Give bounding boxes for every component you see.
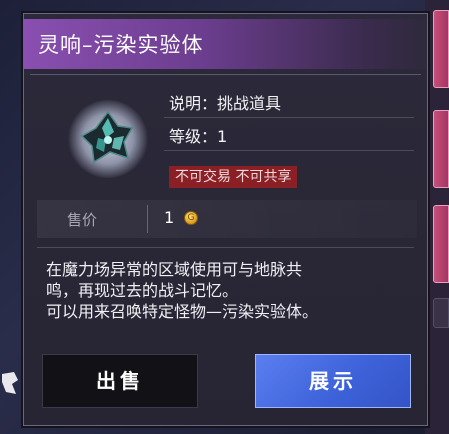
divider	[164, 150, 414, 151]
side-card[interactable]	[433, 110, 449, 188]
divider	[37, 247, 414, 248]
divider	[147, 205, 148, 233]
background-side-panel	[425, 0, 449, 434]
description-line: 可以用来召唤特定怪物—污染实验体。	[46, 302, 319, 321]
background-figure-icon	[0, 368, 20, 398]
price-value: 1	[164, 208, 175, 227]
item-icon-frame	[68, 100, 148, 178]
item-detail-panel: 灵响–污染实验体 说明：挑战道具 等级：1 不可交易 不可共享 售价 1 G 在…	[23, 13, 428, 426]
divider	[30, 74, 421, 75]
divider	[164, 117, 414, 118]
trade-restriction-badge: 不可交易 不可共享	[169, 166, 298, 188]
side-card[interactable]	[433, 205, 449, 283]
description-line: 鸣，再现过去的战斗记忆。	[46, 281, 239, 300]
side-card[interactable]	[433, 298, 449, 328]
cursed-crystal-icon	[80, 110, 134, 164]
item-level-text: 等级：1	[169, 127, 228, 146]
item-usage-text: 说明：挑战道具	[169, 94, 282, 113]
show-button[interactable]: 展示	[255, 354, 411, 408]
side-card[interactable]	[433, 10, 449, 88]
sell-button[interactable]: 出售	[42, 354, 198, 408]
item-title: 灵响–污染实验体	[38, 33, 204, 57]
price-row: 售价 1 G	[37, 200, 417, 238]
item-description: 在魔力场异常的区域使用可与地脉共 鸣，再现过去的战斗记忆。 可以用来召唤特定怪物…	[46, 259, 416, 322]
gold-coin-icon: G	[184, 211, 198, 225]
description-line: 在魔力场异常的区域使用可与地脉共	[46, 260, 303, 279]
price-label: 售价	[67, 211, 98, 229]
title-bar: 灵响–污染实验体	[24, 19, 427, 69]
